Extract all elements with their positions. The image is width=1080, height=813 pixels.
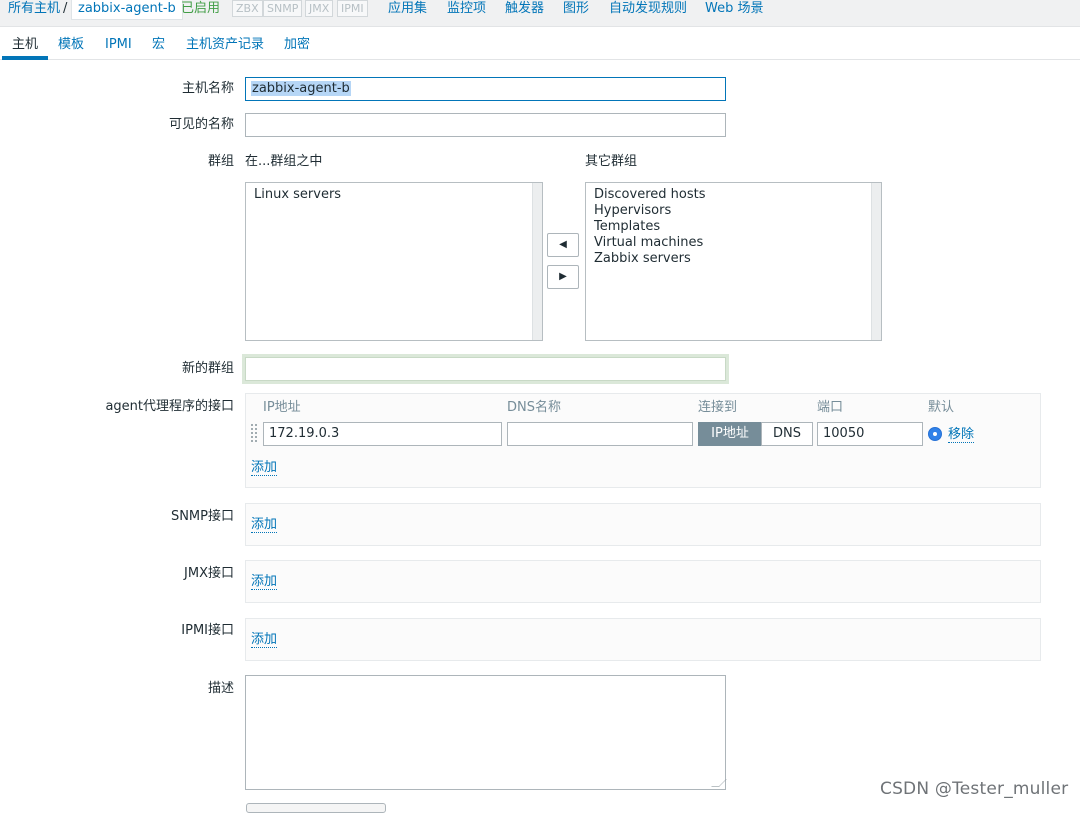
add-snmp-interface-link[interactable]: 添加: [251, 517, 278, 533]
arrow-right-icon: ▶: [559, 271, 567, 282]
col-port-header: 端口: [817, 400, 844, 415]
watermark: CSDN @Tester_muller: [880, 779, 1069, 799]
drag-handle-icon[interactable]: [250, 423, 258, 443]
in-groups-listbox[interactable]: Linux servers: [245, 182, 543, 341]
col-ip-header: IP地址: [263, 400, 301, 415]
other-group-option[interactable]: Hypervisors: [594, 203, 873, 219]
arrow-left-icon: ◀: [559, 239, 567, 250]
tab-encryption[interactable]: 加密: [284, 36, 310, 54]
nav-triggers[interactable]: 触发器: [505, 0, 544, 18]
agent-port-input[interactable]: 10050: [817, 422, 923, 446]
tab-ipmi[interactable]: IPMI: [105, 36, 132, 54]
agent-ip-input[interactable]: 172.19.0.3: [263, 422, 502, 446]
footer-button[interactable]: [246, 803, 386, 813]
resize-grip-icon[interactable]: [711, 779, 727, 787]
ipmi-interface-panel: [245, 618, 1041, 661]
proto-jmx-badge: JMX: [305, 0, 334, 17]
ipmi-interface-label: IPMI接口: [181, 623, 234, 638]
nav-items[interactable]: 监控项: [447, 0, 486, 18]
breadcrumb-separator: /: [63, 1, 68, 16]
remove-interface-link[interactable]: 移除: [948, 427, 975, 443]
connect-ip-button[interactable]: IP地址: [698, 422, 762, 446]
col-connect-header: 连接到: [698, 400, 738, 415]
new-group-label: 新的群组: [181, 361, 234, 376]
jmx-interface-label: JMX接口: [184, 566, 234, 581]
in-groups-label: 在...群组之中: [245, 154, 323, 169]
nav-applications[interactable]: 应用集: [388, 0, 427, 18]
move-right-button[interactable]: ▶: [547, 265, 579, 289]
status-enabled-link[interactable]: 已启用: [181, 0, 220, 18]
groups-label: 群组: [207, 154, 234, 169]
scrollbar[interactable]: [532, 183, 542, 340]
visible-name-input[interactable]: [245, 113, 726, 137]
description-textarea[interactable]: [245, 675, 727, 790]
snmp-interface-panel: [245, 503, 1041, 546]
other-groups-label: 其它群组: [585, 154, 638, 169]
host-name-value: zabbix-agent-b: [251, 81, 351, 96]
proto-snmp-badge: SNMP: [263, 0, 303, 17]
description-label: 描述: [207, 681, 234, 696]
nav-web-scenarios[interactable]: Web 场景: [705, 0, 763, 18]
tab-host[interactable]: 主机: [12, 36, 38, 54]
move-left-button[interactable]: ◀: [547, 233, 579, 257]
tab-macros[interactable]: 宏: [152, 36, 165, 54]
agent-dns-input[interactable]: [507, 422, 693, 446]
tab-templates[interactable]: 模板: [58, 36, 84, 54]
proto-zbx-badge: ZBX: [232, 0, 263, 17]
snmp-interface-label: SNMP接口: [170, 509, 234, 524]
other-group-option[interactable]: Virtual machines: [594, 235, 873, 251]
nav-graphs[interactable]: 图形: [563, 0, 589, 18]
jmx-interface-panel: [245, 560, 1041, 603]
active-tab-indicator: [2, 56, 48, 60]
other-groups-listbox[interactable]: Discovered hosts Hypervisors Templates V…: [585, 182, 882, 341]
connect-dns-button[interactable]: DNS: [761, 422, 813, 446]
new-group-input[interactable]: [245, 357, 726, 381]
other-group-option[interactable]: Discovered hosts: [594, 187, 873, 203]
col-dns-header: DNS名称: [507, 400, 561, 415]
breadcrumb-all-hosts[interactable]: 所有主机: [8, 0, 60, 18]
in-group-option[interactable]: Linux servers: [254, 187, 534, 203]
nav-discovery-rules[interactable]: 自动发现规则: [609, 0, 687, 18]
proto-ipmi-badge: IPMI: [337, 0, 368, 17]
tab-inventory[interactable]: 主机资产记录: [186, 36, 264, 54]
other-group-option[interactable]: Templates: [594, 219, 873, 235]
default-radio[interactable]: [928, 427, 942, 441]
host-name-input[interactable]: zabbix-agent-b: [245, 77, 726, 101]
scrollbar[interactable]: [871, 183, 881, 340]
agent-interface-label: agent代理程序的接口: [105, 399, 234, 414]
col-default-header: 默认: [928, 400, 955, 415]
host-name-label: 主机名称: [181, 81, 234, 96]
visible-name-label: 可见的名称: [168, 117, 234, 132]
breadcrumb-host[interactable]: zabbix-agent-b: [71, 0, 183, 20]
add-ipmi-interface-link[interactable]: 添加: [251, 632, 278, 648]
add-agent-interface-link[interactable]: 添加: [251, 460, 278, 476]
other-group-option[interactable]: Zabbix servers: [594, 251, 873, 267]
add-jmx-interface-link[interactable]: 添加: [251, 574, 278, 590]
